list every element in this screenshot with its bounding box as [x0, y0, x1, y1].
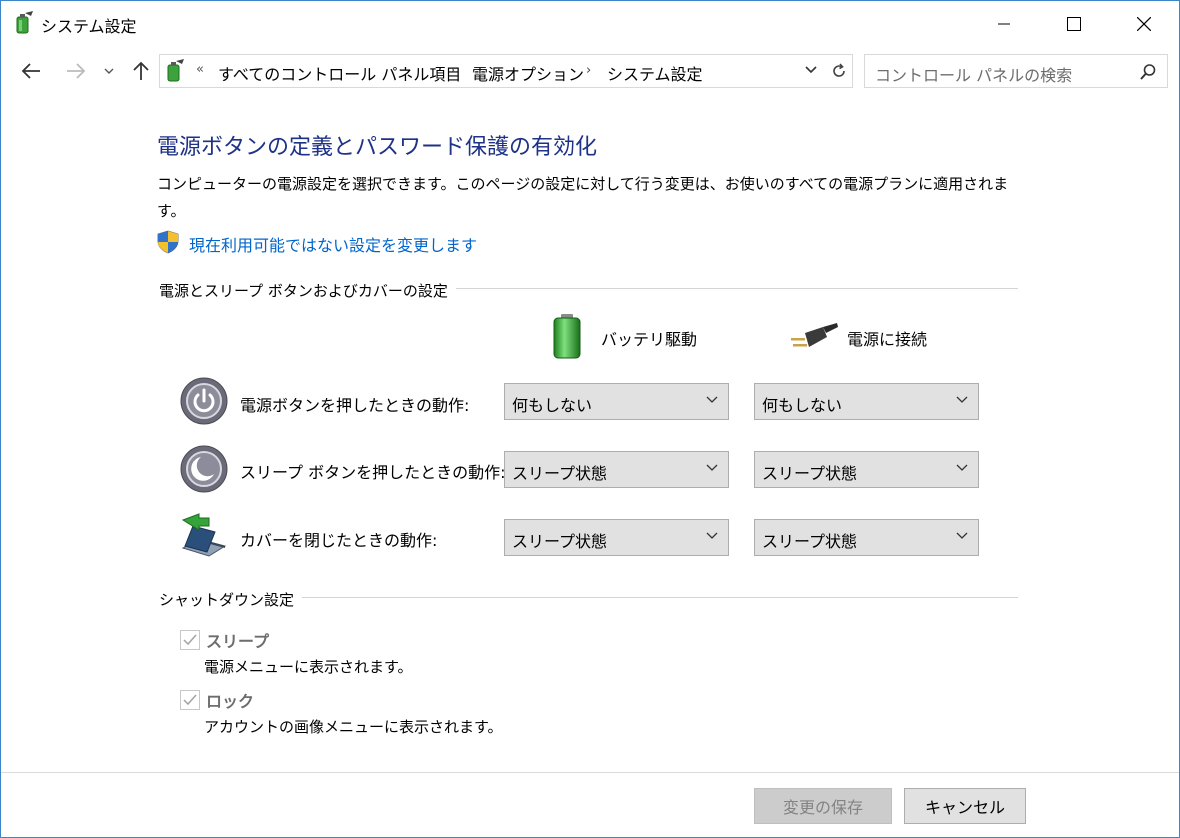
- back-button[interactable]: [17, 57, 45, 85]
- sleep-checkbox-description: 電源メニューに表示されます。: [204, 658, 413, 676]
- system-settings-window: システム設定 « すべてのコントロール パネル項目 › 電源オプション › シス…: [0, 0, 1180, 838]
- breadcrumb-separator[interactable]: ›: [450, 63, 455, 78]
- refresh-button[interactable]: [825, 54, 853, 88]
- forward-button[interactable]: [62, 57, 90, 85]
- chevron-down-icon: [706, 396, 718, 403]
- power-options-app-icon: [16, 11, 33, 34]
- title-bar: システム設定: [1, 1, 1179, 47]
- refresh-icon: [832, 63, 845, 77]
- close-button[interactable]: [1109, 1, 1179, 47]
- laptop-lid-icon: [181, 513, 227, 557]
- power-button-plugged-select[interactable]: 何もしない: [754, 383, 979, 420]
- lid-close-plugged-select[interactable]: スリープ状態: [754, 519, 979, 556]
- battery-icon: [553, 314, 581, 359]
- save-changes-button[interactable]: 変更の保存: [754, 788, 892, 824]
- breadcrumb-overflow[interactable]: «: [196, 62, 204, 77]
- address-bar[interactable]: « すべてのコントロール パネル項目 › 電源オプション › システム設定: [159, 54, 853, 88]
- maximize-button[interactable]: [1039, 1, 1109, 47]
- chevron-down-icon: [706, 464, 718, 471]
- lid-close-action-label: カバーを閉じたときの動作:: [240, 531, 438, 550]
- sleep-checkbox-label: スリープ: [206, 632, 270, 651]
- select-value: スリープ状態: [512, 532, 608, 551]
- navigation-bar: « すべてのコントロール パネル項目 › 電源オプション › システム設定 コン…: [1, 51, 1179, 91]
- up-button[interactable]: [127, 57, 155, 85]
- lock-checkbox-label: ロック: [206, 692, 255, 711]
- chevron-down-icon: [706, 532, 718, 539]
- battery-column-header: バッテリ駆動: [601, 330, 698, 349]
- select-value: 何もしない: [512, 396, 593, 415]
- shutdown-group-title: シャットダウン設定: [159, 589, 303, 610]
- breadcrumb-separator[interactable]: ›: [586, 63, 591, 78]
- sleep-button-action-label: スリープ ボタンを押したときの動作:: [240, 463, 506, 482]
- window-title: システム設定: [41, 17, 137, 36]
- search-box[interactable]: コントロール パネルの検索: [864, 54, 1168, 88]
- recent-locations-button[interactable]: [97, 57, 121, 85]
- lid-close-battery-select[interactable]: スリープ状態: [504, 519, 729, 556]
- power-options-location-icon: [167, 59, 184, 82]
- page-title: 電源ボタンの定義とパスワード保護の有効化: [157, 135, 598, 160]
- sleep-checkbox[interactable]: [180, 630, 200, 650]
- page-description: コンピューターの電源設定を選択できます。このページの設定に対して行う変更は、お使…: [157, 175, 1009, 220]
- chevron-down-icon: [104, 68, 114, 74]
- power-button-action-label: 電源ボタンを押したときの動作:: [240, 396, 470, 415]
- sleep-button-plugged-select[interactable]: スリープ状態: [754, 451, 979, 488]
- checkmark-icon: [183, 634, 197, 646]
- address-dropdown-icon[interactable]: [804, 63, 818, 77]
- group-divider: [453, 288, 1018, 289]
- minimize-icon: [998, 23, 1010, 25]
- uac-shield-icon: [157, 230, 179, 254]
- lock-checkbox[interactable]: [180, 690, 200, 710]
- chevron-down-icon: [956, 464, 968, 471]
- arrow-right-icon: [67, 63, 86, 79]
- breadcrumb-system-settings[interactable]: システム設定: [607, 61, 703, 85]
- breadcrumb-power-options[interactable]: 電源オプション: [472, 61, 584, 85]
- select-value: スリープ状態: [762, 464, 858, 483]
- breadcrumb-all-items[interactable]: すべてのコントロール パネル項目: [218, 61, 461, 85]
- close-icon: [1137, 17, 1151, 31]
- arrow-up-icon: [133, 61, 149, 80]
- checkmark-icon: [183, 694, 197, 706]
- power-plug-icon: [791, 323, 838, 347]
- chevron-down-icon: [956, 532, 968, 539]
- group-divider: [294, 597, 1018, 598]
- minimize-button[interactable]: [969, 1, 1039, 47]
- chevron-down-icon: [956, 396, 968, 403]
- search-icon[interactable]: [1139, 63, 1157, 81]
- footer-divider: [1, 772, 1179, 773]
- maximize-icon: [1067, 17, 1081, 31]
- search-input[interactable]: コントロール パネルの検索: [875, 62, 1072, 86]
- power-sleep-lid-group-title: 電源とスリープ ボタンおよびカバーの設定: [159, 280, 456, 301]
- select-value: スリープ状態: [762, 532, 858, 551]
- cancel-button[interactable]: キャンセル: [904, 788, 1026, 824]
- sleep-button-battery-select[interactable]: スリープ状態: [504, 451, 729, 488]
- sleep-button-icon: [180, 445, 228, 493]
- change-unavailable-settings-link[interactable]: 現在利用可能ではない設定を変更します: [189, 232, 477, 256]
- select-value: 何もしない: [762, 396, 843, 415]
- select-value: スリープ状態: [512, 464, 608, 483]
- plugged-in-column-header: 電源に接続: [847, 330, 928, 349]
- power-button-battery-select[interactable]: 何もしない: [504, 383, 729, 420]
- power-button-icon: [180, 377, 228, 425]
- lock-checkbox-description: アカウントの画像メニューに表示されます。: [204, 718, 503, 736]
- arrow-left-icon: [21, 63, 40, 79]
